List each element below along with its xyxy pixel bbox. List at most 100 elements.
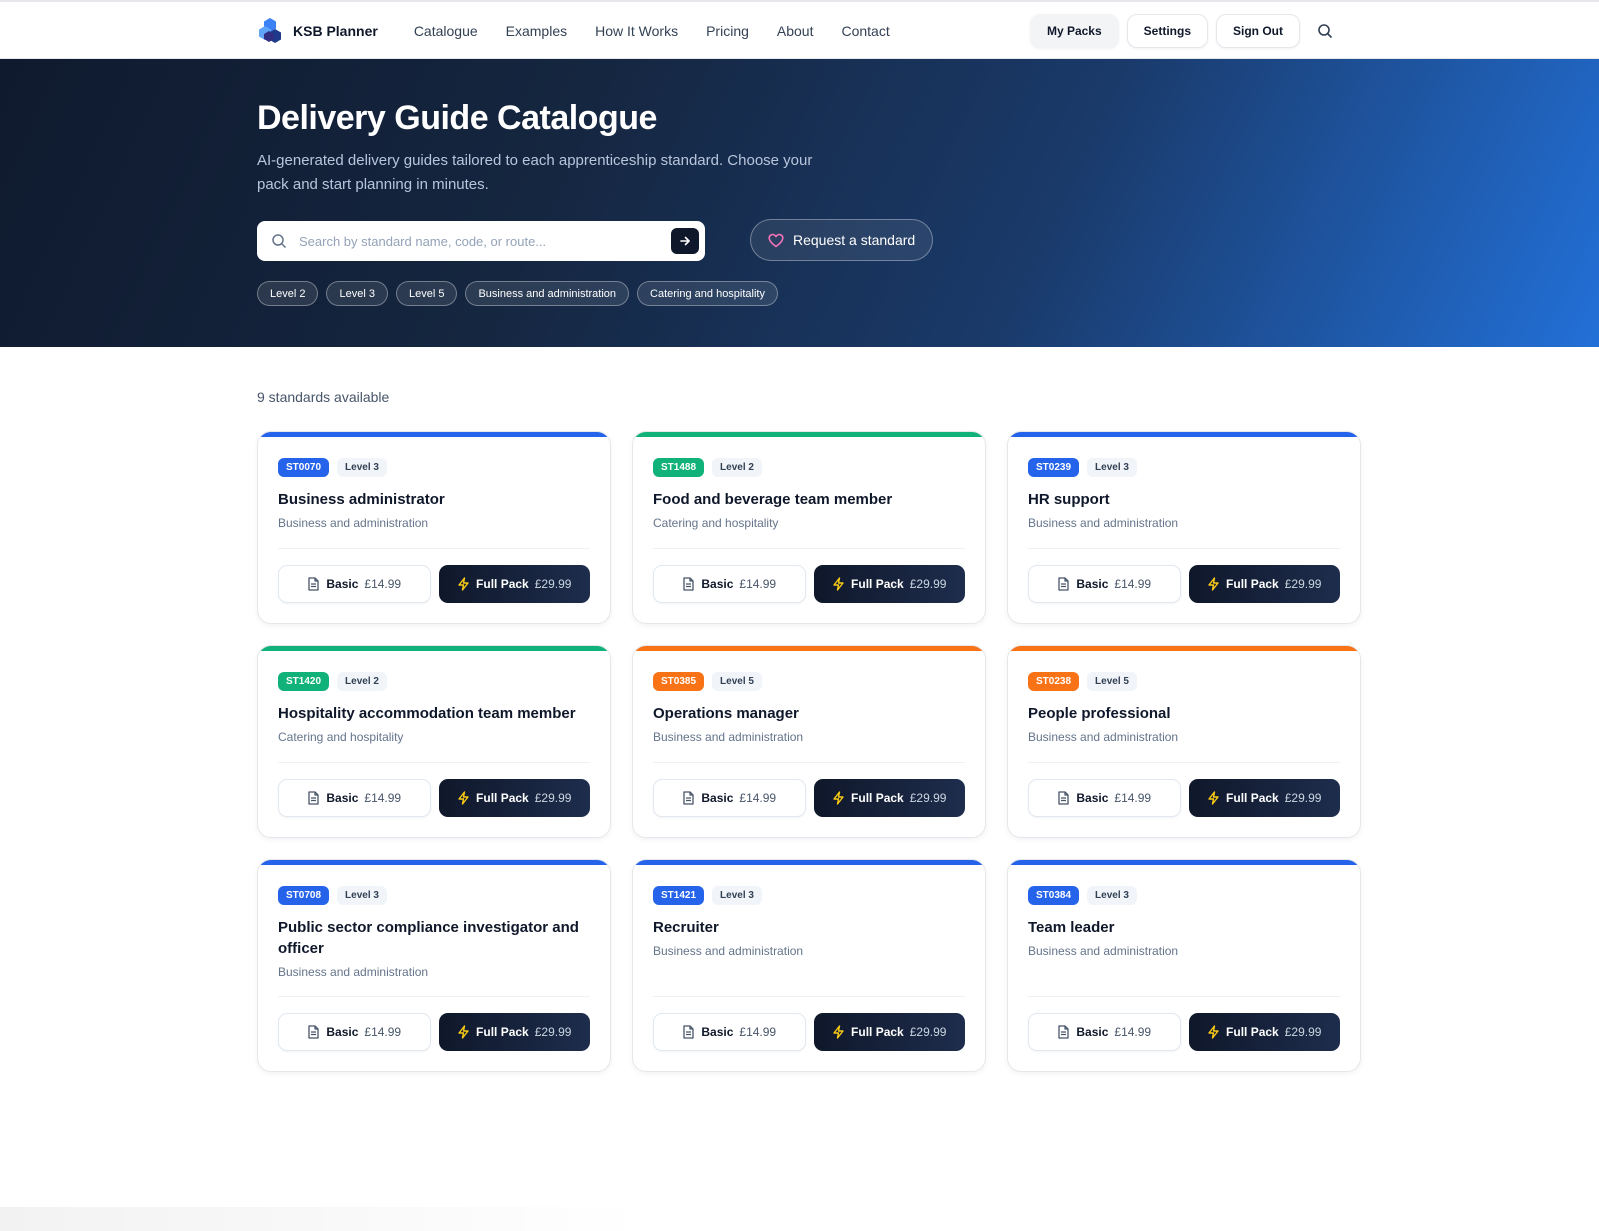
buy-basic-button[interactable]: Basic £14.99 (653, 565, 806, 603)
standard-card: ST1421 Level 3 Recruiter Business and ad… (632, 859, 986, 1072)
basic-label: Basic (326, 791, 359, 805)
buy-full-pack-button[interactable]: Full Pack £29.99 (813, 1013, 965, 1051)
standard-title: Operations manager (653, 705, 799, 722)
standard-title: Food and beverage team member (653, 491, 893, 508)
buy-basic-button[interactable]: Basic £14.99 (1028, 1013, 1181, 1051)
standard-card: ST0070 Level 3 Business administrator Bu… (257, 431, 611, 624)
level-badge: Level 3 (337, 458, 387, 477)
level-badge: Level 5 (712, 672, 762, 691)
lightning-bolt-icon (458, 577, 469, 591)
hexagon-logo-icon (257, 17, 283, 45)
my-packs-button[interactable]: My Packs (1029, 13, 1119, 48)
nav-link-contact[interactable]: Contact (841, 23, 889, 39)
level-badge: Level 3 (712, 886, 762, 905)
basic-label: Basic (701, 791, 734, 805)
full-pack-label: Full Pack (1226, 577, 1279, 591)
filter-chip-level-3[interactable]: Level 3 (326, 281, 388, 306)
buy-basic-button[interactable]: Basic £14.99 (278, 565, 431, 603)
basic-label: Basic (1076, 1025, 1109, 1039)
nav-link-how-it-works[interactable]: How It Works (595, 23, 678, 39)
standard-code-badge: ST1488 (653, 458, 705, 477)
standard-code-badge: ST0385 (653, 672, 705, 691)
search-submit-button[interactable] (671, 228, 699, 254)
full-pack-price: £29.99 (1284, 1025, 1322, 1039)
standard-route: Business and administration (1028, 730, 1179, 744)
buy-basic-button[interactable]: Basic £14.99 (278, 779, 431, 817)
brand-link[interactable]: KSB Planner (257, 17, 378, 45)
buy-full-pack-button[interactable]: Full Pack £29.99 (1188, 1013, 1340, 1051)
standard-title: Team leader (1028, 919, 1115, 936)
lightning-bolt-icon (1208, 791, 1219, 805)
basic-price: £14.99 (739, 791, 777, 805)
settings-button[interactable]: Settings (1126, 13, 1208, 48)
level-badge: Level 3 (1087, 886, 1137, 905)
filter-chip-catering-hospitality[interactable]: Catering and hospitality (637, 281, 778, 306)
buy-basic-button[interactable]: Basic £14.99 (653, 1013, 806, 1051)
filter-chip-business-admin[interactable]: Business and administration (465, 281, 630, 306)
search-icon (1318, 23, 1333, 38)
page-subtitle: AI-generated delivery guides tailored to… (257, 152, 813, 193)
standard-route: Catering and hospitality (278, 730, 404, 744)
basic-price: £14.99 (364, 791, 402, 805)
request-standard-button[interactable]: Request a standard (750, 219, 934, 261)
document-icon (683, 1025, 695, 1039)
standard-route: Business and administration (1028, 516, 1179, 530)
buy-basic-button[interactable]: Basic £14.99 (1028, 779, 1181, 817)
document-icon (1058, 1025, 1070, 1039)
basic-price: £14.99 (739, 1025, 777, 1039)
standard-card: ST0708 Level 3 Public sector compliance … (257, 859, 611, 1072)
buy-full-pack-button[interactable]: Full Pack £29.99 (438, 1013, 590, 1051)
nav-links: Catalogue Examples How It Works Pricing … (414, 23, 890, 39)
lightning-bolt-icon (1208, 1025, 1219, 1039)
brand-name: KSB Planner (293, 22, 378, 39)
nav-link-pricing[interactable]: Pricing (706, 23, 749, 39)
document-icon (308, 577, 320, 591)
filter-chip-level-2[interactable]: Level 2 (257, 281, 319, 306)
level-badge: Level 3 (1087, 458, 1137, 477)
buy-full-pack-button[interactable]: Full Pack £29.99 (813, 565, 965, 603)
standard-card: ST0239 Level 3 HR support Business and a… (1007, 431, 1361, 624)
full-pack-label: Full Pack (1226, 1025, 1279, 1039)
full-pack-price: £29.99 (534, 791, 572, 805)
buy-full-pack-button[interactable]: Full Pack £29.99 (1188, 565, 1340, 603)
standard-route: Business and administration (653, 944, 804, 958)
buy-basic-button[interactable]: Basic £14.99 (1028, 565, 1181, 603)
nav-link-catalogue[interactable]: Catalogue (414, 23, 478, 39)
full-pack-label: Full Pack (476, 1025, 529, 1039)
sign-out-button[interactable]: Sign Out (1216, 13, 1300, 48)
full-pack-label: Full Pack (476, 577, 529, 591)
full-pack-label: Full Pack (1226, 791, 1279, 805)
standard-card: ST0385 Level 5 Operations manager Busine… (632, 645, 986, 838)
lightning-bolt-icon (833, 1025, 844, 1039)
card-accent-bar (633, 860, 985, 865)
full-pack-label: Full Pack (851, 577, 904, 591)
basic-label: Basic (326, 1025, 359, 1039)
buy-full-pack-button[interactable]: Full Pack £29.99 (813, 779, 965, 817)
full-pack-price: £29.99 (534, 577, 572, 591)
card-accent-bar (258, 432, 610, 437)
bottom-edge-shadow (0, 1207, 650, 1231)
search-input[interactable] (299, 233, 671, 249)
nav-actions: My Packs Settings Sign Out (1029, 13, 1342, 48)
nav-search-button[interactable] (1308, 14, 1342, 48)
buy-full-pack-button[interactable]: Full Pack £29.99 (1188, 779, 1340, 817)
buy-basic-button[interactable]: Basic £14.99 (653, 779, 806, 817)
nav-link-about[interactable]: About (777, 23, 814, 39)
lightning-bolt-icon (1208, 577, 1219, 591)
filter-chip-level-5[interactable]: Level 5 (395, 281, 458, 306)
basic-price: £14.99 (1114, 1025, 1152, 1039)
level-badge: Level 2 (712, 458, 762, 477)
basic-price: £14.99 (739, 577, 777, 591)
standard-route: Business and administration (278, 516, 429, 530)
nav-link-examples[interactable]: Examples (506, 23, 567, 39)
buy-basic-button[interactable]: Basic £14.99 (278, 1013, 431, 1051)
standard-code-badge: ST0070 (278, 458, 330, 477)
standard-title: Public sector compliance investigator an… (278, 919, 579, 957)
card-accent-bar (633, 432, 985, 437)
standard-title: Recruiter (653, 919, 719, 936)
standards-grid: ST0070 Level 3 Business administrator Bu… (257, 431, 1361, 1072)
buy-full-pack-button[interactable]: Full Pack £29.99 (438, 779, 590, 817)
buy-full-pack-button[interactable]: Full Pack £29.99 (438, 565, 590, 603)
standard-title: Business administrator (278, 491, 445, 508)
basic-price: £14.99 (364, 577, 402, 591)
